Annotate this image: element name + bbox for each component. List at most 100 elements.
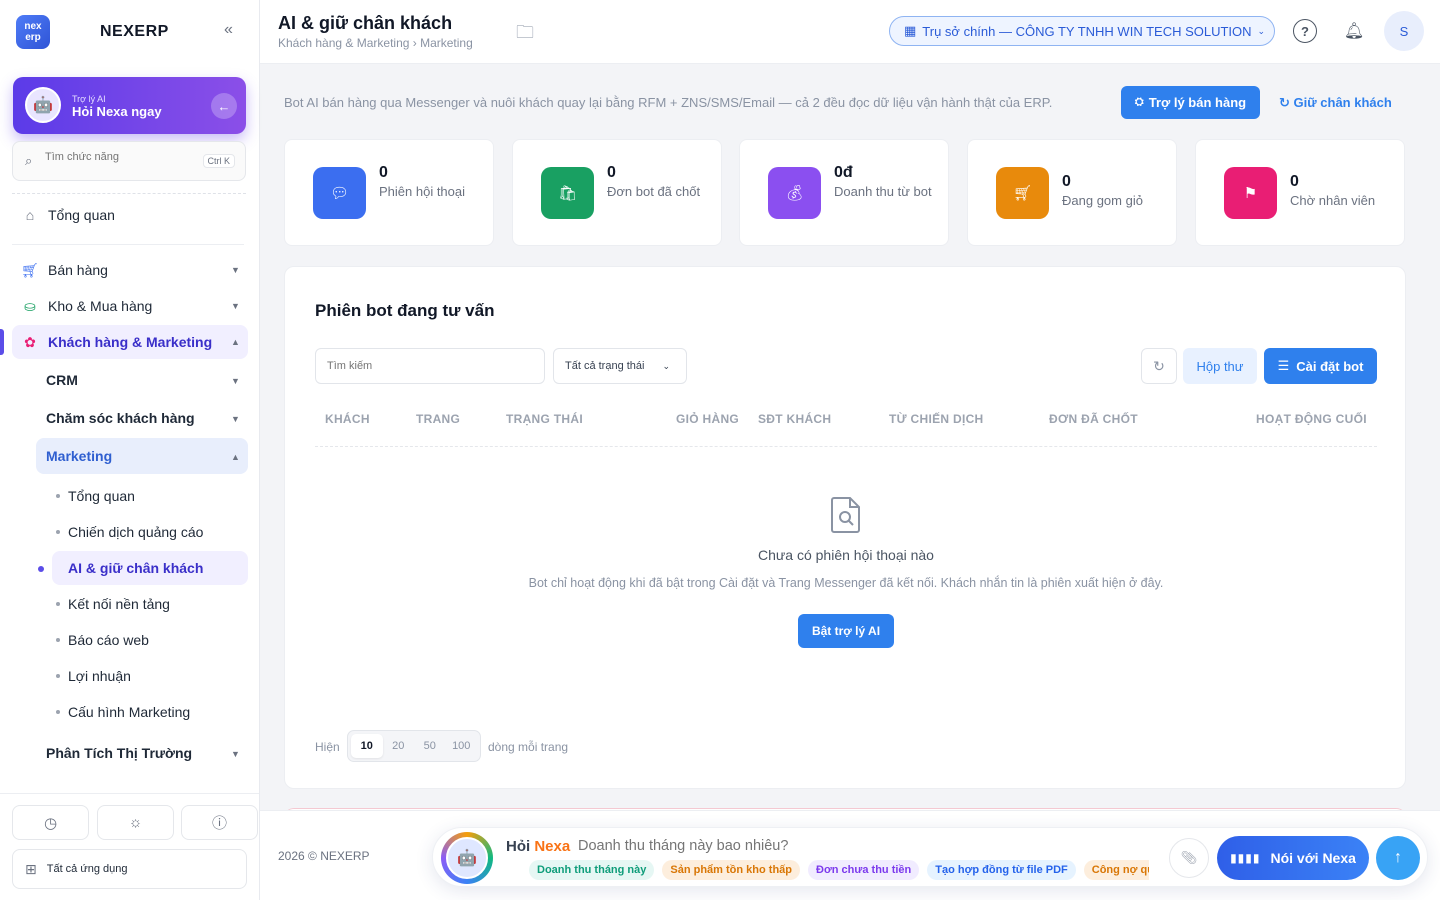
page-size-option[interactable]: 100 (446, 734, 478, 758)
paperclip-icon[interactable]: 📎︎ (1169, 838, 1209, 878)
nav-crm[interactable]: CRM (46, 372, 78, 388)
suggestion-chip[interactable]: Sản phẩm tồn kho thấp (662, 860, 801, 880)
column-header[interactable]: TRANG (416, 412, 460, 426)
talk-to-nexa-button[interactable]: ▮▮▮▮ Nói với Nexa (1217, 836, 1369, 880)
nav-marketing-overview[interactable]: Tổng quan (56, 488, 135, 504)
status-filter[interactable]: Tất cả trạng thái ⌄ (553, 348, 687, 384)
nav-active-accent (0, 329, 4, 355)
nav-ai-retention[interactable]: AI & giữ chân khách (68, 560, 203, 576)
nav-web-report[interactable]: Báo cáo web (56, 632, 149, 648)
column-header[interactable]: TỪ CHIẾN DỊCH (889, 412, 984, 426)
nav-platform-connect[interactable]: Kết nối nền tảng (56, 596, 170, 612)
session-search-input[interactable] (316, 349, 544, 383)
stat-label: Đang gom giỏ (1062, 193, 1143, 208)
page-title: AI & giữ chân khách (278, 13, 453, 33)
page-size-option[interactable]: 20 (383, 734, 415, 758)
nexa-avatar[interactable]: 🤖 (441, 832, 493, 884)
customer-retention-link[interactable]: ↻ Giữ chân khách (1279, 95, 1392, 111)
column-header[interactable]: SĐT KHÁCH (758, 412, 831, 426)
sales-assistant-button[interactable]: ⛭ Trợ lý bán hàng (1121, 86, 1260, 119)
nav-sales[interactable]: 🛒︎ Bán hàng ▼ (0, 253, 260, 287)
page-size-label: Hiện (315, 740, 340, 754)
bot-icon: ⛭ (1134, 96, 1144, 108)
sidebar: nex erp NEXERP « 🤖 Trợ lý AI Hỏi Nexa ng… (0, 0, 260, 900)
stat-card: 🛒︎ 0 Đang gom giỏ (967, 139, 1177, 246)
nexa-chat-bar: 🤖 Hỏi Nexa Doanh thu tháng này Sản phẩm t… (432, 827, 1428, 887)
nav-sales-label: Bán hàng (48, 262, 108, 278)
history-button[interactable]: ◷ (12, 805, 89, 840)
chevron-down-icon: ⌄ (1257, 25, 1266, 36)
function-search-input[interactable] (45, 151, 195, 163)
stat-label: Phiên hội thoại (379, 184, 466, 199)
per-page-label: dòng mỗi trang (488, 740, 569, 754)
footer: 2026 © NEXERP 🤖 Hỏi Nexa Doanh thu tháng… (260, 810, 1440, 900)
bot-settings-button[interactable]: ☰ Cài đặt bot (1264, 348, 1377, 384)
column-header[interactable]: HOẠT ĐỘNG CUỐI (1256, 412, 1367, 426)
nav-marketing[interactable]: Marketing (46, 448, 112, 464)
all-apps-label: Tất cả ứng dụng (46, 863, 128, 875)
enable-ai-button[interactable]: Bật trợ lý AI (798, 614, 894, 648)
chat-icon: 💬︎ (313, 167, 366, 219)
nav-profit[interactable]: Lợi nhuận (56, 668, 131, 684)
stat-card: 💰︎ 0đ Doanh thu từ bot (739, 139, 949, 246)
nav-marketing-config[interactable]: Cấu hình Marketing (56, 704, 190, 720)
search-shortcut: Ctrl K (202, 154, 235, 168)
cart-icon: 🛒︎ (996, 167, 1049, 219)
page-size-selector[interactable]: 10 20 50 100 (347, 730, 481, 762)
nav-customers-marketing[interactable]: ✿ Khách hàng & Marketing ▲ (0, 325, 260, 359)
nav-ad-campaigns[interactable]: Chiến dịch quảng cáo (56, 524, 203, 540)
nav-market-analysis[interactable]: Phân Tích Thị Trường (46, 745, 192, 761)
ask-nexa-card[interactable]: 🤖 Trợ lý AI Hỏi Nexa ngay ← (13, 77, 246, 134)
column-header[interactable]: KHÁCH (325, 412, 370, 426)
nexa-label: Hỏi Nexa (506, 838, 571, 855)
branch-selector[interactable]: ▦ Trụ sở chính — CÔNG TY TNHH WIN TECH S… (889, 16, 1275, 46)
help-icon[interactable]: ? (1293, 19, 1317, 43)
folder-icon[interactable]: 🗀 (516, 20, 534, 50)
shopping-bag-icon: 🛍︎ (541, 167, 594, 219)
avatar[interactable]: S (1384, 11, 1424, 51)
chevron-down-icon: ▼ (231, 414, 240, 424)
column-header[interactable]: ĐƠN ĐÃ CHỐT (1049, 412, 1138, 426)
theme-button[interactable]: ☼ (97, 805, 174, 840)
bell-icon[interactable]: 🔔︎ (1342, 19, 1366, 43)
cart-icon: 🛒︎ (21, 261, 39, 278)
brand[interactable]: nex erp NEXERP (16, 15, 168, 49)
column-header[interactable]: TRẠNG THÁI (506, 412, 583, 426)
brand-logo: nex erp (16, 15, 50, 49)
alert-button[interactable]: ⓘ (181, 805, 258, 840)
divider (12, 244, 244, 245)
customer-retention-label: Giữ chân khách (1293, 95, 1392, 110)
suggestion-chip[interactable]: Tạo hợp đồng từ file PDF (927, 860, 1076, 880)
arrow-left-icon[interactable]: ← (211, 93, 237, 119)
function-search[interactable]: ⌕ Ctrl K (12, 141, 246, 181)
collapse-sidebar-icon[interactable]: « (224, 21, 233, 39)
chevron-down-icon: ▼ (231, 749, 240, 759)
inbox-button[interactable]: Hộp thư (1183, 348, 1257, 384)
page-size-option[interactable]: 10 (351, 734, 383, 758)
ai-card-title: Hỏi Nexa ngay (72, 104, 162, 119)
session-search[interactable] (315, 348, 545, 384)
nexa-prompt-input[interactable] (578, 838, 1008, 854)
breadcrumb[interactable]: Khách hàng & Marketing › Marketing (278, 36, 473, 50)
stat-value: 0 (1290, 173, 1299, 190)
divider (12, 193, 246, 194)
sun-icon: ☼ (128, 814, 143, 831)
status-filter-value: Tất cả trạng thái (565, 360, 645, 372)
chevron-down-icon: ▼ (231, 301, 240, 311)
suggestion-chip[interactable]: Doanh thu tháng này (529, 860, 655, 880)
nav-warehouse[interactable]: ⛀ Kho & Mua hàng ▼ (0, 289, 260, 323)
send-arrow-icon[interactable]: ↑ (1376, 836, 1420, 880)
panel-title: Phiên bot đang tư vấn (315, 301, 495, 320)
page-size-option[interactable]: 50 (414, 734, 446, 758)
refresh-button[interactable]: ↻ (1141, 348, 1177, 384)
nav-overview-label: Tổng quan (48, 207, 115, 223)
suggestion-chip[interactable]: Đơn chưa thu tiền (808, 860, 920, 880)
nav-overview[interactable]: ⌂ Tổng quan (0, 198, 260, 232)
column-header[interactable]: GIỎ HÀNG (676, 412, 739, 426)
search-icon: ⌕ (25, 153, 33, 168)
sliders-icon: ☰ (1277, 358, 1290, 373)
suggestion-chip[interactable]: Công nợ quá hạn (1083, 860, 1149, 880)
all-apps-button[interactable]: ⊞ Tất cả ứng dụng (12, 849, 247, 889)
grid-icon: ⊞ (25, 860, 37, 877)
nav-customer-care[interactable]: Chăm sóc khách hàng (46, 410, 195, 426)
